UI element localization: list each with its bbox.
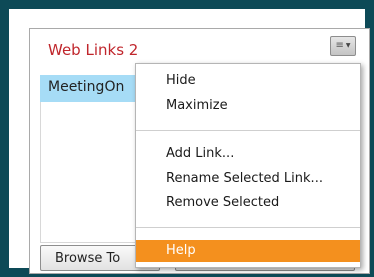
chevron-down-icon: ▼ [345, 42, 351, 49]
menu-lines-icon: ≡ [335, 40, 344, 51]
list-item-label: MeetingOn [48, 79, 125, 95]
pod-options-menu: Hide Maximize Add Link... Rename Selecte… [135, 63, 361, 268]
menu-item-rename-link[interactable]: Rename Selected Link... [136, 168, 360, 190]
menu-item-label: Add Link... [166, 146, 235, 161]
menu-item-label: Help [166, 243, 196, 258]
menu-item-label: Remove Selected [166, 195, 280, 210]
menu-item-label: Hide [166, 73, 196, 88]
menu-item-label: Maximize [166, 98, 228, 113]
pod-title: Web Links 2 [48, 41, 139, 59]
menu-item-help[interactable]: Help [136, 240, 360, 262]
menu-item-add-link[interactable]: Add Link... [136, 143, 360, 165]
browse-to-button-label: Browse To [55, 251, 121, 266]
window-frame: Web Links 2 ≡ ▼ MeetingOn Browse To Hide… [0, 0, 374, 277]
menu-item-hide[interactable]: Hide [136, 70, 360, 92]
menu-separator [136, 227, 360, 228]
pod-options-button[interactable]: ≡ ▼ [330, 36, 356, 56]
menu-item-remove-selected[interactable]: Remove Selected [136, 192, 360, 214]
menu-item-label: Rename Selected Link... [166, 171, 323, 186]
menu-separator [136, 130, 360, 131]
menu-item-maximize[interactable]: Maximize [136, 95, 360, 117]
